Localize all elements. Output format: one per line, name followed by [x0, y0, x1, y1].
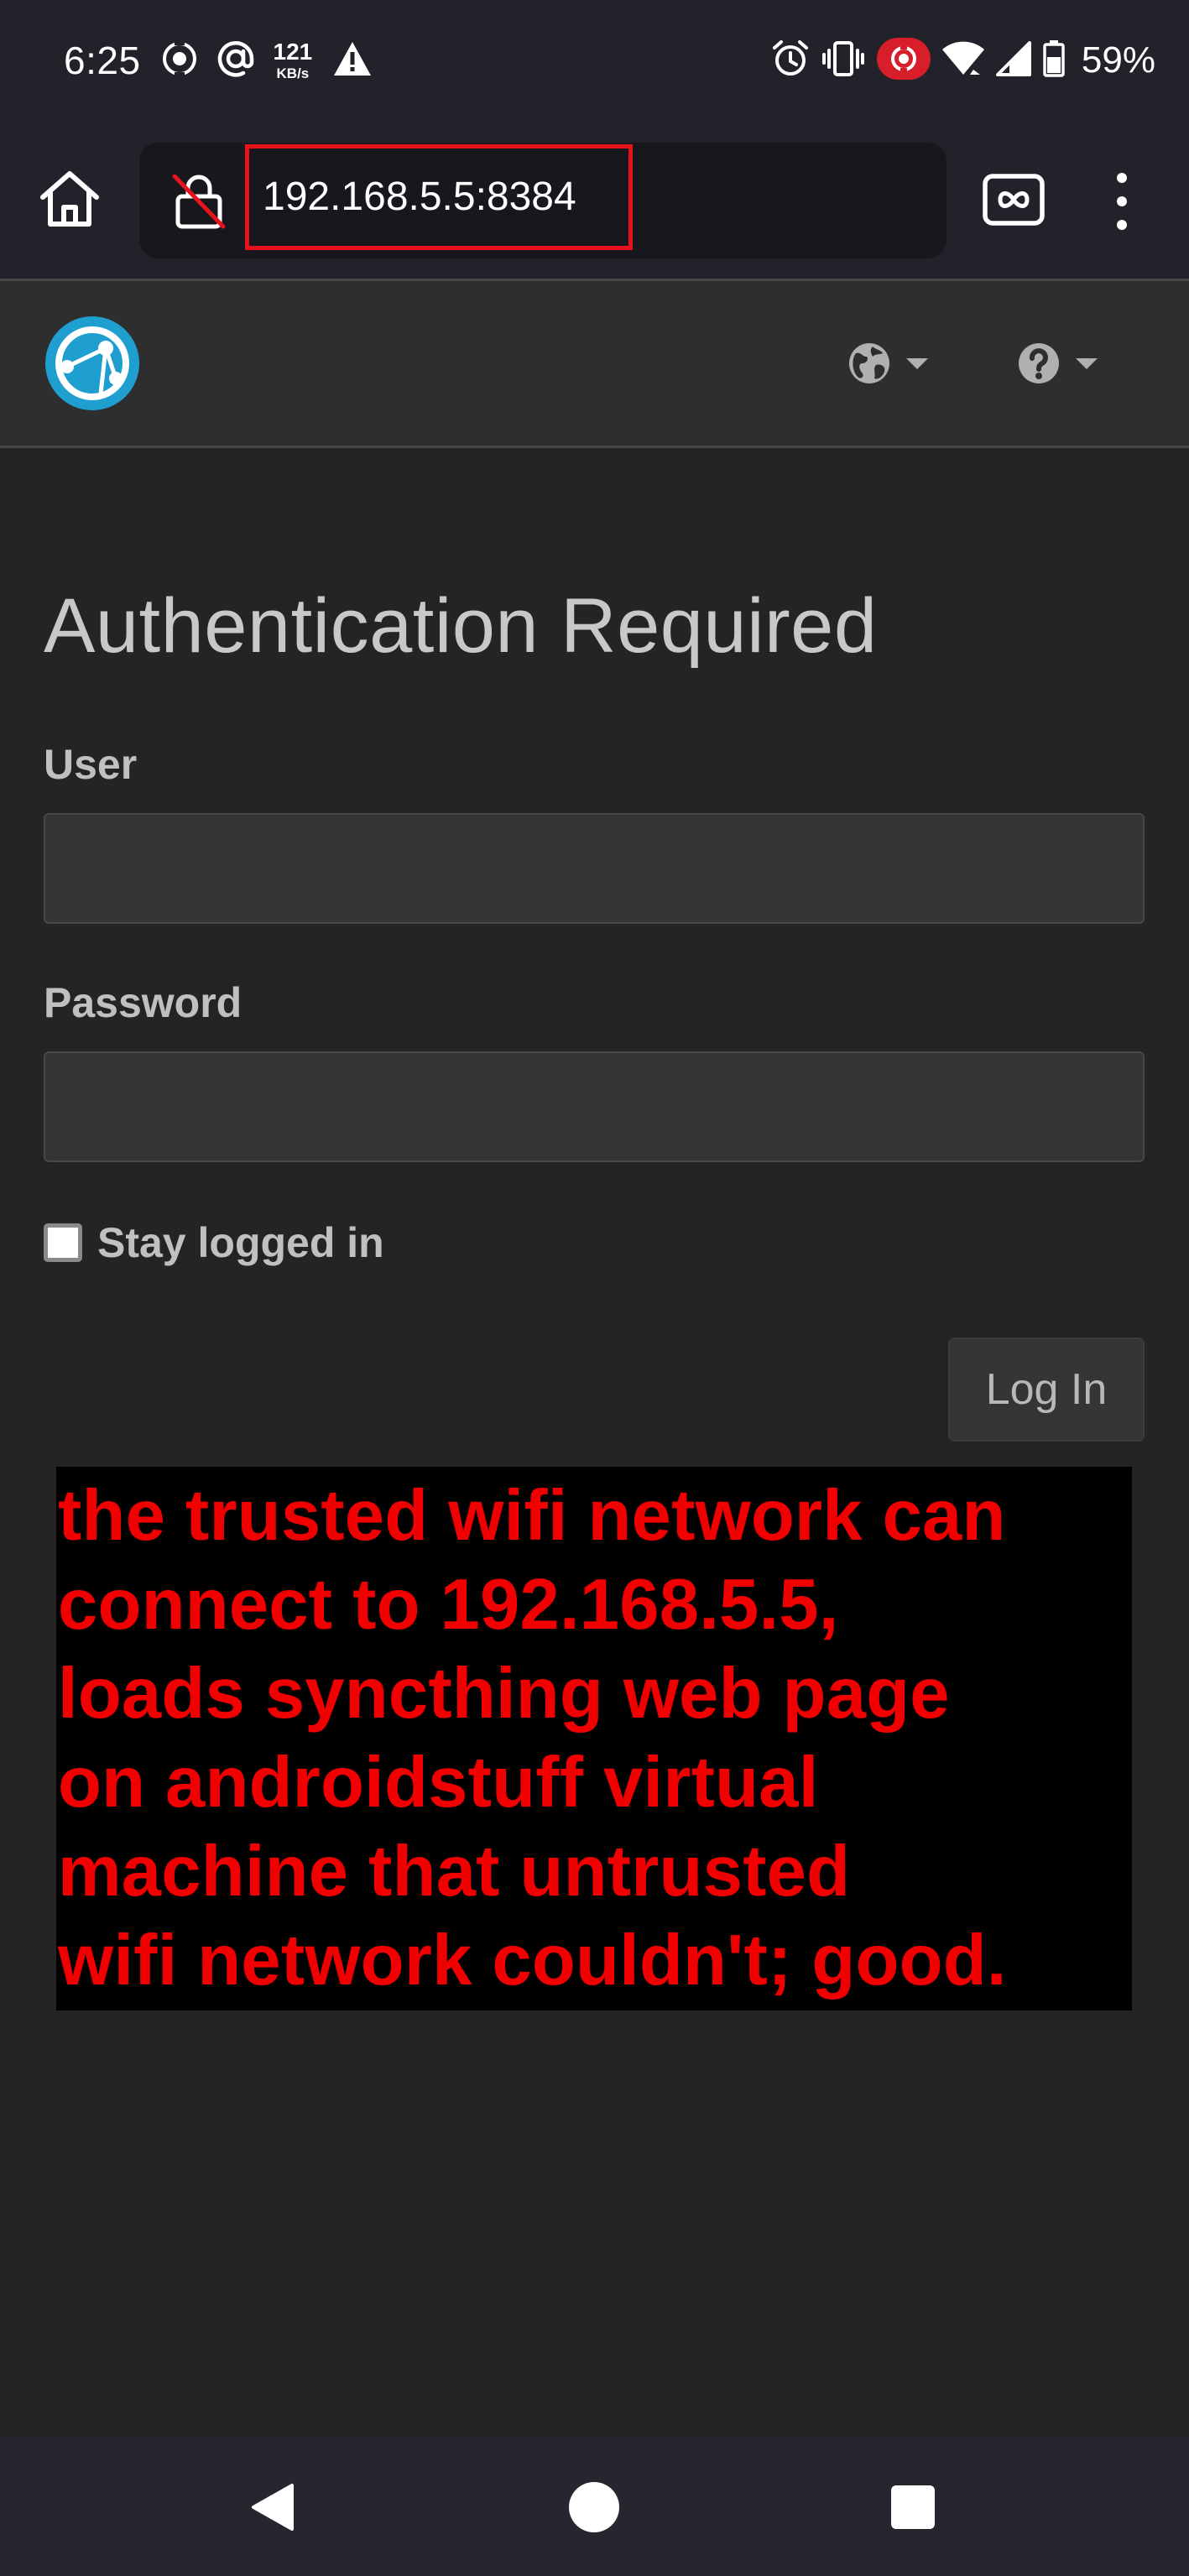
- status-bar: 6:25 121 KB/s 59%: [0, 0, 1189, 126]
- tabs-button[interactable]: [982, 171, 1046, 228]
- annotation-line: connect to 192.168.5.5,: [58, 1565, 839, 1645]
- annotation-note: the trusted wifi network can connect to …: [56, 1467, 1132, 2010]
- password-input[interactable]: [44, 1051, 1145, 1162]
- help-dropdown[interactable]: [1017, 338, 1098, 388]
- stay-logged-in-checkbox[interactable]: [44, 1223, 82, 1262]
- browser-toolbar: 192.168.5.5:8384: [0, 126, 1189, 279]
- wifi-icon: [941, 41, 984, 81]
- home-button[interactable]: [30, 159, 109, 238]
- help-icon: [1019, 343, 1059, 383]
- url-highlight-box: 192.168.5.5:8384: [245, 144, 633, 250]
- home-circle-button[interactable]: [569, 2482, 619, 2532]
- language-dropdown[interactable]: [847, 338, 928, 388]
- page-title: Authentication Required: [44, 583, 878, 669]
- syncthing-navbar: [0, 279, 1189, 448]
- screen: 6:25 121 KB/s 59% 192.168.5.5:8384 Authe…: [0, 0, 1189, 2576]
- system-nav-bar: [0, 2437, 1189, 2576]
- back-triangle-icon: [252, 2484, 294, 2531]
- stay-logged-in-label[interactable]: Stay logged in: [97, 1218, 384, 1267]
- cellular-signal-icon: [995, 40, 1031, 81]
- battery-percent: 59%: [1081, 39, 1155, 81]
- status-right: 59%: [771, 34, 1155, 87]
- net-speed-indicator: 121 KB/s: [274, 40, 313, 81]
- annotation-line: machine that untrusted: [58, 1832, 851, 1911]
- more-menu-button[interactable]: [1109, 169, 1134, 233]
- annotation-line: wifi network couldn't; good.: [58, 1921, 1007, 2000]
- warning-icon: [332, 40, 373, 81]
- screen-record-icon: [161, 39, 198, 81]
- recents-button[interactable]: [891, 2485, 935, 2529]
- log-in-button[interactable]: Log In: [948, 1338, 1145, 1442]
- chevron-down-icon: [906, 357, 928, 369]
- syncthing-logo-icon: [45, 316, 139, 410]
- annotation-line: on androidstuff virtual: [58, 1743, 819, 1822]
- annotation-line: the trusted wifi network can: [58, 1476, 1006, 1556]
- net-speed-unit: KB/s: [276, 65, 310, 81]
- password-label: Password: [44, 979, 242, 1026]
- alarm-icon: [771, 39, 810, 82]
- battery-icon: [1043, 39, 1065, 81]
- net-speed-value: 121: [273, 39, 313, 65]
- user-input[interactable]: [44, 813, 1145, 924]
- language-globe-icon: [849, 343, 889, 383]
- tabs-icon: [983, 174, 1045, 226]
- user-label: User: [44, 741, 138, 788]
- stay-logged-in-row[interactable]: Stay logged in: [44, 1218, 384, 1267]
- url-text[interactable]: 192.168.5.5:8384: [263, 149, 576, 246]
- vibrate-icon: [821, 39, 865, 82]
- back-button[interactable]: [248, 2482, 299, 2532]
- home-icon: [40, 171, 99, 227]
- cast-record-icon: [876, 37, 931, 84]
- at-sign-icon: [216, 39, 255, 82]
- more-vert-icon: [1117, 173, 1127, 230]
- chevron-down-icon: [1076, 357, 1098, 369]
- status-time: 6:25: [64, 39, 141, 82]
- syncthing-logo[interactable]: [44, 315, 141, 412]
- status-left: 6:25 121 KB/s: [64, 34, 391, 87]
- annotation-line: loads syncthing web page: [58, 1654, 950, 1734]
- not-secure-lock-icon[interactable]: [169, 171, 228, 230]
- address-bar[interactable]: 192.168.5.5:8384: [139, 143, 947, 258]
